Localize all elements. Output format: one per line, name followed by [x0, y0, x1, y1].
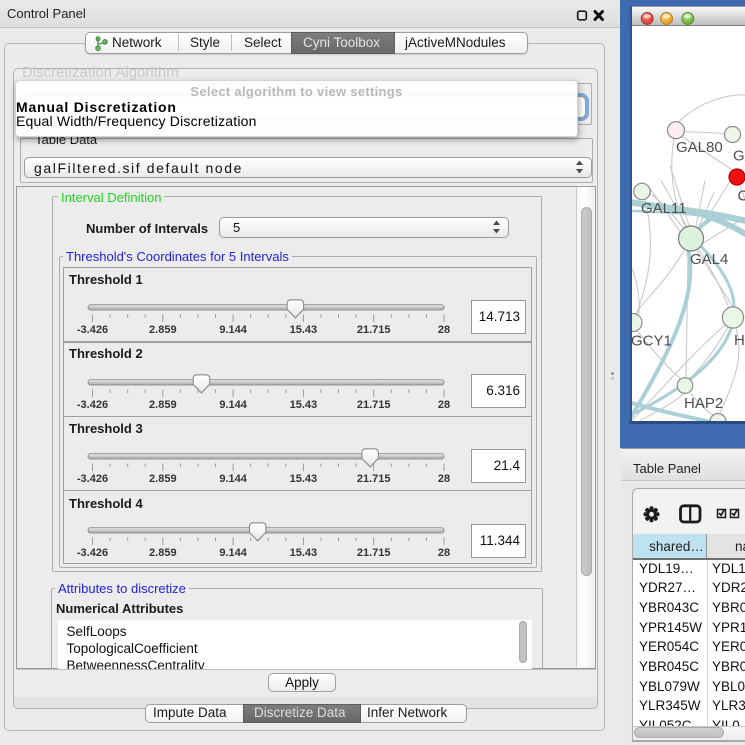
svg-text:9.144: 9.144	[219, 547, 247, 559]
svg-text:28: 28	[438, 324, 450, 336]
svg-text:9.144: 9.144	[219, 324, 247, 336]
svg-text:28: 28	[438, 473, 450, 485]
svg-text:28: 28	[438, 547, 450, 559]
svg-text:GAL4: GAL4	[690, 251, 728, 268]
svg-text:15.43: 15.43	[290, 547, 318, 559]
svg-text:9.144: 9.144	[219, 473, 247, 485]
svg-text:28: 28	[438, 399, 450, 411]
svg-text:2.859: 2.859	[149, 473, 177, 485]
svg-text:-3.426: -3.426	[77, 399, 108, 411]
svg-text:2.859: 2.859	[149, 399, 177, 411]
svg-text:21.715: 21.715	[357, 473, 391, 485]
svg-text:CD: CD	[738, 187, 745, 204]
svg-text:21.715: 21.715	[357, 399, 391, 411]
svg-text:2.859: 2.859	[149, 547, 177, 559]
svg-text:15.43: 15.43	[290, 473, 318, 485]
svg-text:GCY1: GCY1	[632, 332, 672, 349]
svg-text:9.144: 9.144	[219, 399, 247, 411]
svg-text:GAL11: GAL11	[641, 200, 687, 217]
svg-text:-3.426: -3.426	[77, 473, 108, 485]
svg-text:GAL: GAL	[733, 147, 745, 164]
svg-text:H: H	[734, 332, 745, 349]
svg-text:21.715: 21.715	[357, 324, 391, 336]
svg-text:15.43: 15.43	[290, 324, 318, 336]
svg-text:GAL80: GAL80	[676, 139, 723, 156]
svg-text:-3.426: -3.426	[77, 547, 108, 559]
svg-text:HAP2: HAP2	[684, 395, 723, 412]
svg-text:21.715: 21.715	[357, 547, 391, 559]
svg-text:2.859: 2.859	[149, 324, 177, 336]
svg-text:15.43: 15.43	[290, 399, 318, 411]
svg-text:-3.426: -3.426	[77, 324, 108, 336]
